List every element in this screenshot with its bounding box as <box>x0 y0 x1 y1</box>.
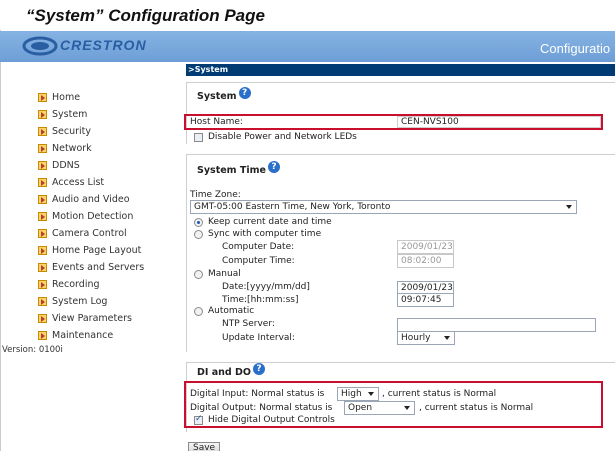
chevron-down-icon <box>368 392 374 396</box>
arrow-right-icon <box>38 110 47 119</box>
digital-input-prefix: Digital Input: Normal status is <box>190 389 325 399</box>
help-icon[interactable]: ? <box>267 161 280 173</box>
arrow-right-icon <box>38 144 47 153</box>
computer-time-field: 08:02:00 <box>397 254 454 268</box>
time-zone-label: Time Zone: <box>190 190 241 200</box>
sidebar-item-label: Home <box>52 92 81 103</box>
sidebar-item-label: Maintenance <box>52 330 114 341</box>
arrow-right-icon <box>38 93 47 102</box>
sidebar-item-label: System <box>52 109 88 120</box>
ntp-server-label: NTP Server: <box>222 319 275 329</box>
di-do-title: DI and DO? <box>197 363 265 379</box>
computer-date-label: Computer Date: <box>222 242 295 252</box>
manual-time-input[interactable]: 09:07:45 <box>397 293 454 307</box>
manual-time-label: Time:[hh:mm:ss] <box>222 295 299 305</box>
save-button[interactable]: Save <box>188 442 221 451</box>
arrow-right-icon <box>38 229 47 238</box>
sidebar-item-events-and-servers[interactable]: Events and Servers <box>38 259 183 276</box>
hide-do-controls-checkbox[interactable] <box>194 414 203 425</box>
sidebar-item-label: Access List <box>52 177 105 188</box>
disable-leds-label: Disable Power and Network LEDs <box>208 132 357 142</box>
sidebar-item-label: Security <box>52 126 92 137</box>
arrow-right-icon <box>38 263 47 272</box>
arrow-right-icon <box>38 297 47 306</box>
breadcrumb: >System <box>186 64 615 76</box>
arrow-right-icon <box>38 246 47 255</box>
digital-input-select[interactable]: High <box>337 387 379 401</box>
sidebar-item-audio-and-video[interactable]: Audio and Video <box>38 191 183 208</box>
arrow-right-icon <box>38 280 47 289</box>
computer-time-label: Computer Time: <box>222 256 295 266</box>
arrow-right-icon <box>38 212 47 221</box>
sidebar-item-recording[interactable]: Recording <box>38 276 183 293</box>
keep-time-label: Keep current date and time <box>208 217 332 227</box>
sidebar-item-label: Camera Control <box>52 228 127 239</box>
document-title: “System” Configuration Page <box>26 6 265 25</box>
ntp-server-input[interactable] <box>397 318 596 332</box>
sidebar-nav: Home System Security Network DDNS Access List… <box>38 89 183 344</box>
digital-output-select[interactable]: Open <box>344 401 415 415</box>
arrow-right-icon <box>38 178 47 187</box>
hide-do-controls-label: Hide Digital Output Controls <box>208 415 335 425</box>
sidebar-item-label: Motion Detection <box>52 211 134 222</box>
sidebar-item-label: Network <box>52 143 92 154</box>
sidebar-item-label: Recording <box>52 279 100 290</box>
firmware-version: Version: 0100i <box>2 345 63 355</box>
sidebar-item-camera-control[interactable]: Camera Control <box>38 225 183 242</box>
chevron-down-icon <box>566 205 572 209</box>
sidebar-item-security[interactable]: Security <box>38 123 183 140</box>
arrow-right-icon <box>38 127 47 136</box>
system-time-title: System Time? <box>197 161 280 177</box>
host-name-input[interactable]: CEN-NVS100 <box>397 116 601 128</box>
update-interval-label: Update Interval: <box>222 333 295 343</box>
manual-date-label: Date:[yyyy/mm/dd] <box>222 282 310 292</box>
digital-input-status: , current status is Normal <box>382 389 497 399</box>
sync-computer-label: Sync with computer time <box>208 229 322 239</box>
arrow-right-icon <box>38 161 47 170</box>
sidebar-item-access-list[interactable]: Access List <box>38 174 183 191</box>
sidebar-item-network[interactable]: Network <box>38 140 183 157</box>
digital-output-prefix: Digital Output: Normal status is <box>190 403 333 413</box>
computer-date-field: 2009/01/23 <box>397 240 454 254</box>
automatic-radio[interactable] <box>194 307 203 316</box>
crestron-logo-icon <box>22 36 58 56</box>
sidebar-item-label: View Parameters <box>52 313 132 324</box>
page-divider <box>0 30 1 451</box>
digital-output-status: , current status is Normal <box>419 403 534 413</box>
system-section-title: System? <box>197 87 251 103</box>
automatic-label: Automatic <box>208 306 255 316</box>
chevron-down-icon <box>404 406 410 410</box>
arrow-right-icon <box>38 195 47 204</box>
sidebar-item-system[interactable]: System <box>38 106 183 123</box>
help-icon[interactable]: ? <box>238 87 251 99</box>
help-icon[interactable]: ? <box>252 363 265 375</box>
banner-title: Configuratio <box>540 41 611 56</box>
sidebar-item-system-log[interactable]: System Log <box>38 293 183 310</box>
keep-time-radio[interactable] <box>194 218 203 227</box>
arrow-right-icon <box>38 331 47 340</box>
update-interval-select[interactable]: Hourly <box>397 331 455 345</box>
sidebar-item-maintenance[interactable]: Maintenance <box>38 327 183 344</box>
time-zone-select[interactable]: GMT-05:00 Eastern Time, New York, Toront… <box>190 200 577 214</box>
manual-label: Manual <box>208 269 241 279</box>
sidebar-item-view-parameters[interactable]: View Parameters <box>38 310 183 327</box>
sidebar-item-label: Events and Servers <box>52 262 145 273</box>
manual-radio[interactable] <box>194 270 203 279</box>
host-name-label: Host Name: <box>190 117 243 127</box>
sidebar-item-ddns[interactable]: DDNS <box>38 157 183 174</box>
sidebar-item-label: System Log <box>52 296 108 307</box>
sidebar-item-motion-detection[interactable]: Motion Detection <box>38 208 183 225</box>
brand-logo-text: CRESTRON <box>60 37 147 53</box>
sidebar-item-label: Home Page Layout <box>52 245 142 256</box>
sidebar-item-home[interactable]: Home <box>38 89 183 106</box>
arrow-right-icon <box>38 314 47 323</box>
chevron-down-icon <box>444 336 450 340</box>
sidebar-item-label: DDNS <box>52 160 80 171</box>
disable-leds-checkbox[interactable] <box>194 133 203 142</box>
sidebar-item-home-page-layout[interactable]: Home Page Layout <box>38 242 183 259</box>
sidebar-item-label: Audio and Video <box>52 194 130 205</box>
sync-computer-radio[interactable] <box>194 230 203 239</box>
